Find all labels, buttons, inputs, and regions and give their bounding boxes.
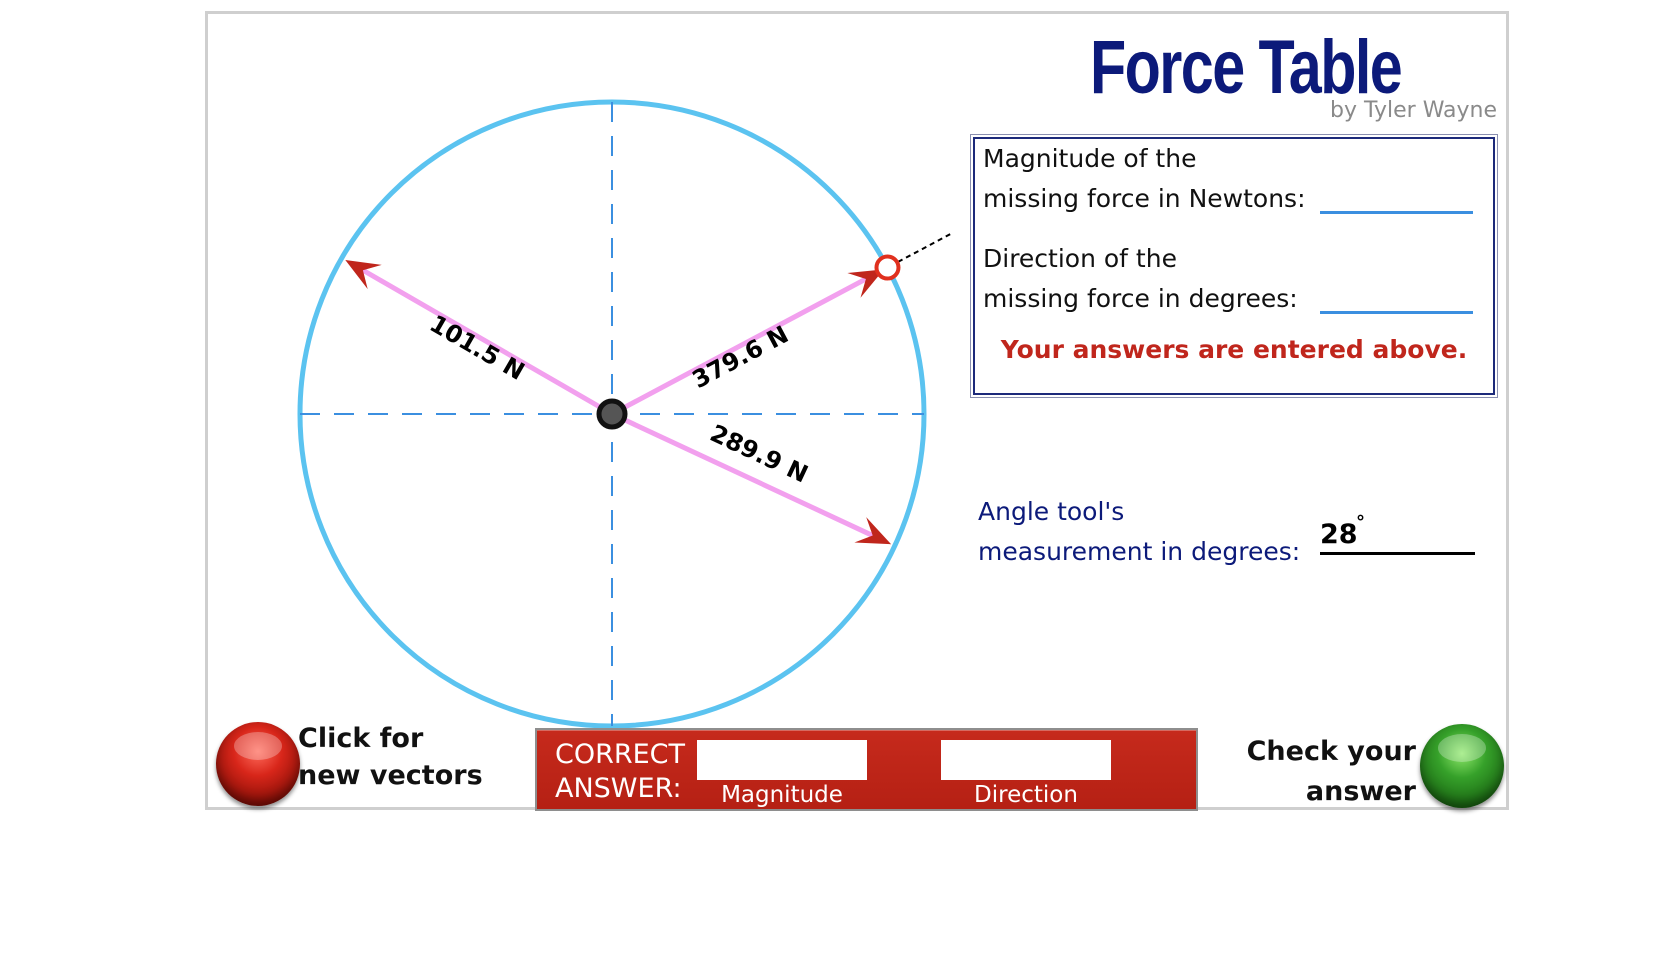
direction-input[interactable]	[1320, 311, 1473, 314]
correct-direction-caption: Direction	[974, 782, 1078, 808]
vector-arrowhead[interactable]	[345, 260, 382, 290]
angle-tool-label-line-2: measurement in degrees:	[978, 537, 1301, 566]
correct-answer-label: CORRECT ANSWER:	[555, 738, 685, 806]
answer-status-message: Your answers are entered above.	[1000, 335, 1468, 364]
new-vectors-label[interactable]: Click for new vectors	[298, 720, 483, 794]
angle-tool-value: 28	[1320, 519, 1358, 550]
direction-label-line-1: Direction of the	[983, 244, 1177, 273]
angle-tool-label: Angle tool's measurement in degrees:	[978, 492, 1300, 572]
check-answer-label-line-2[interactable]: answer	[1247, 772, 1416, 812]
vector-label: 379.6 N	[688, 320, 793, 394]
check-answer-label-line-1[interactable]: Check your	[1247, 732, 1416, 772]
magnitude-label-line-1: Magnitude of the	[983, 144, 1197, 173]
correct-answer-label-line-2: ANSWER:	[555, 773, 682, 804]
check-answer-button[interactable]	[1420, 724, 1504, 808]
new-vectors-button[interactable]	[216, 722, 300, 806]
vector-label: 289.9 N	[706, 419, 812, 488]
angle-tool-unit: °	[1356, 512, 1365, 533]
app-byline: by Tyler Wayne	[1330, 98, 1498, 123]
angle-tool-readout: 28 °	[1320, 512, 1475, 555]
correct-answer-bar: CORRECT ANSWER: Magnitude Direction	[535, 728, 1198, 811]
angle-tool-label-line-1: Angle tool's	[978, 497, 1125, 526]
magnitude-label-line-2: missing force in Newtons:	[983, 184, 1306, 213]
magnitude-input[interactable]	[1320, 211, 1473, 214]
center-ring	[596, 398, 628, 430]
vector-label: 101.5 N	[425, 309, 529, 385]
correct-answer-label-line-1: CORRECT	[555, 739, 686, 770]
check-answer-label[interactable]: Check your answer	[1247, 732, 1416, 812]
new-vectors-label-line-2[interactable]: new vectors	[298, 757, 483, 794]
direction-label-line-2: missing force in degrees:	[983, 284, 1298, 313]
correct-magnitude-box	[697, 740, 867, 780]
correct-direction-box	[941, 740, 1111, 780]
correct-magnitude-caption: Magnitude	[721, 782, 843, 808]
new-vectors-label-line-1[interactable]: Click for	[298, 720, 483, 757]
angle-tool-handle[interactable]	[874, 254, 901, 281]
answer-panel: Magnitude of the missing force in Newton…	[970, 134, 1498, 398]
